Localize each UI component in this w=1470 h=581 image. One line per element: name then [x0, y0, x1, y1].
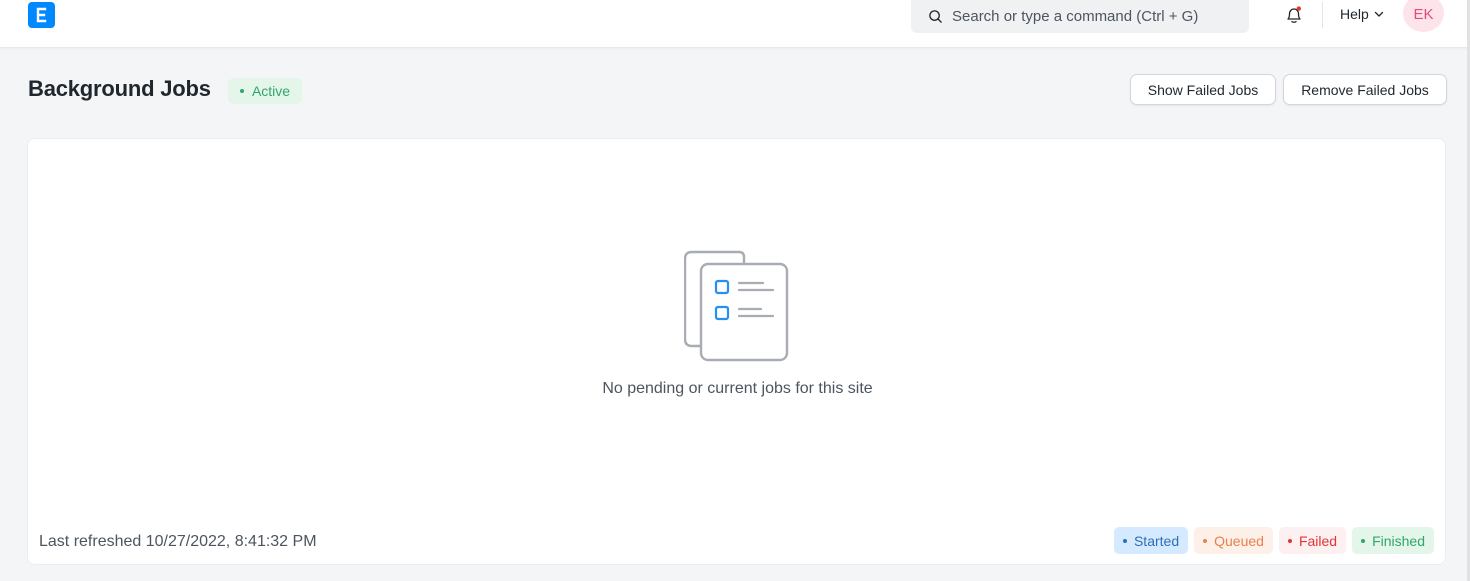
empty-list-icon: [683, 248, 790, 369]
avatar[interactable]: EK: [1403, 0, 1444, 32]
started-dot: [1122, 538, 1127, 543]
navbar: Search or type a command (Ctrl + G) Help…: [0, 0, 1470, 48]
finished-dot: [1361, 538, 1366, 543]
status-badge: Active: [228, 78, 302, 104]
avatar-initials: EK: [1413, 5, 1434, 23]
search-placeholder: Search or type a command (Ctrl + G): [952, 8, 1199, 25]
navbar-divider: [1322, 2, 1323, 28]
queued-dot: [1203, 538, 1208, 543]
status-dot: [239, 89, 244, 93]
legend-failed-label: Failed: [1298, 532, 1338, 549]
help-label: Help: [1340, 6, 1369, 22]
help-menu[interactable]: Help: [1340, 6, 1384, 22]
status-label: Active: [251, 83, 291, 99]
remove-failed-jobs-button[interactable]: Remove Failed Jobs: [1283, 74, 1447, 105]
failed-dot: [1287, 538, 1292, 543]
search-bar[interactable]: Search or type a command (Ctrl + G): [911, 0, 1249, 33]
last-refreshed-timestamp: Last refreshed 10/27/2022, 8:41:32 PM: [39, 533, 317, 550]
show-failed-jobs-button[interactable]: Show Failed Jobs: [1130, 74, 1276, 105]
legend-started: Started: [1113, 527, 1189, 554]
legend-finished-label: Finished: [1372, 532, 1425, 549]
erpnext-logo-icon[interactable]: [28, 2, 55, 28]
legend-started-label: Started: [1133, 532, 1180, 549]
legend-failed: Failed: [1278, 527, 1347, 554]
empty-state-message: No pending or current jobs for this site: [602, 380, 873, 397]
chevron-down-icon: [1374, 9, 1384, 19]
page-title: Background Jobs: [28, 76, 211, 101]
search-icon: [928, 9, 943, 24]
status-legend: Started Queued Failed Finished: [1113, 527, 1434, 554]
jobs-card: No pending or current jobs for this site…: [27, 138, 1446, 565]
legend-queued-label: Queued: [1214, 532, 1264, 549]
legend-queued: Queued: [1194, 527, 1273, 554]
bell-icon[interactable]: [1283, 4, 1305, 26]
legend-finished: Finished: [1352, 527, 1434, 554]
